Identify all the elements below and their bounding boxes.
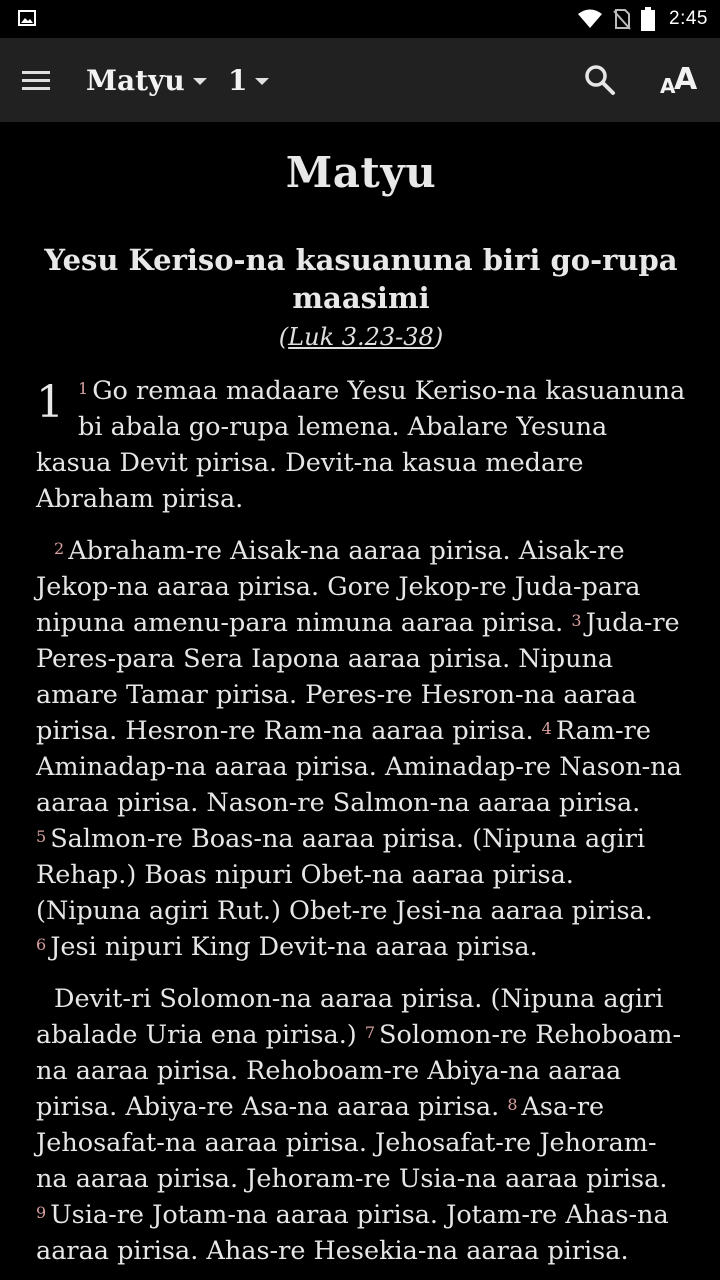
verse-number: 2 (54, 539, 65, 558)
paragraph-3: Devit-ri Solomon-na aaraa pirisa. (Nipun… (36, 981, 686, 1269)
status-bar: 2:45 (0, 0, 720, 38)
book-selector[interactable]: Matyu (86, 38, 207, 122)
verse-text[interactable]: Jesi nipuri King Devit-na aaraa pirisa. (50, 932, 538, 962)
paragraph-1: 1 1 Go remaa madaare Yesu Keriso-na kasua… (36, 373, 686, 517)
app-bar: Matyu 1 AA (0, 38, 720, 122)
book-selector-label: Matyu (86, 63, 185, 97)
verse-number: 6 (36, 935, 47, 954)
chapter-selector-label: 1 (228, 63, 248, 97)
chapter-selector[interactable]: 1 (228, 38, 270, 122)
image-notification-icon (18, 10, 36, 26)
battery-icon (641, 7, 656, 31)
wifi-icon (578, 9, 603, 28)
verse-number: 9 (36, 1203, 47, 1222)
chapter-number: 1 (36, 377, 64, 428)
menu-icon[interactable] (22, 64, 62, 100)
search-icon[interactable] (582, 62, 618, 98)
verse-number: 1 (78, 379, 89, 398)
chevron-down-icon (255, 77, 270, 85)
reader-content: Matyu Yesu Keriso-na kasuanuna biri go-r… (36, 122, 686, 1269)
text-size-icon[interactable]: AA (658, 60, 698, 100)
verse-number: 4 (541, 719, 552, 738)
verse-text[interactable]: Abraham-re Aisak-na aaraa pirisa. Aisak-… (36, 536, 640, 638)
chevron-down-icon (192, 77, 207, 85)
status-time: 2:45 (669, 8, 708, 29)
verse-number: 3 (571, 611, 582, 630)
cross-reference: (Luk 3.23-38) (278, 323, 444, 351)
section-heading: Yesu Keriso-na kasuanuna biri go-rupa ma… (44, 243, 678, 315)
verse-number: 8 (507, 1095, 518, 1114)
verse-text[interactable]: Go remaa madaare Yesu Keriso-na kasuanun… (36, 376, 685, 514)
no-sim-icon (613, 9, 631, 30)
book-title: Matyu (285, 148, 437, 197)
verse-number: 7 (364, 1023, 376, 1042)
verse-text[interactable]: Usia-re Jotam-na aaraa pirisa. Jotam-re … (36, 1200, 669, 1266)
cross-reference-link[interactable]: Luk 3.23-38 (288, 323, 434, 351)
verse-number: 5 (36, 827, 47, 846)
paragraph-2: 2 Abraham-re Aisak-na aaraa pirisa. Aisak… (36, 533, 686, 965)
verse-text[interactable]: Salmon-re Boas-na aaraa pirisa. (Nipuna … (36, 824, 653, 926)
